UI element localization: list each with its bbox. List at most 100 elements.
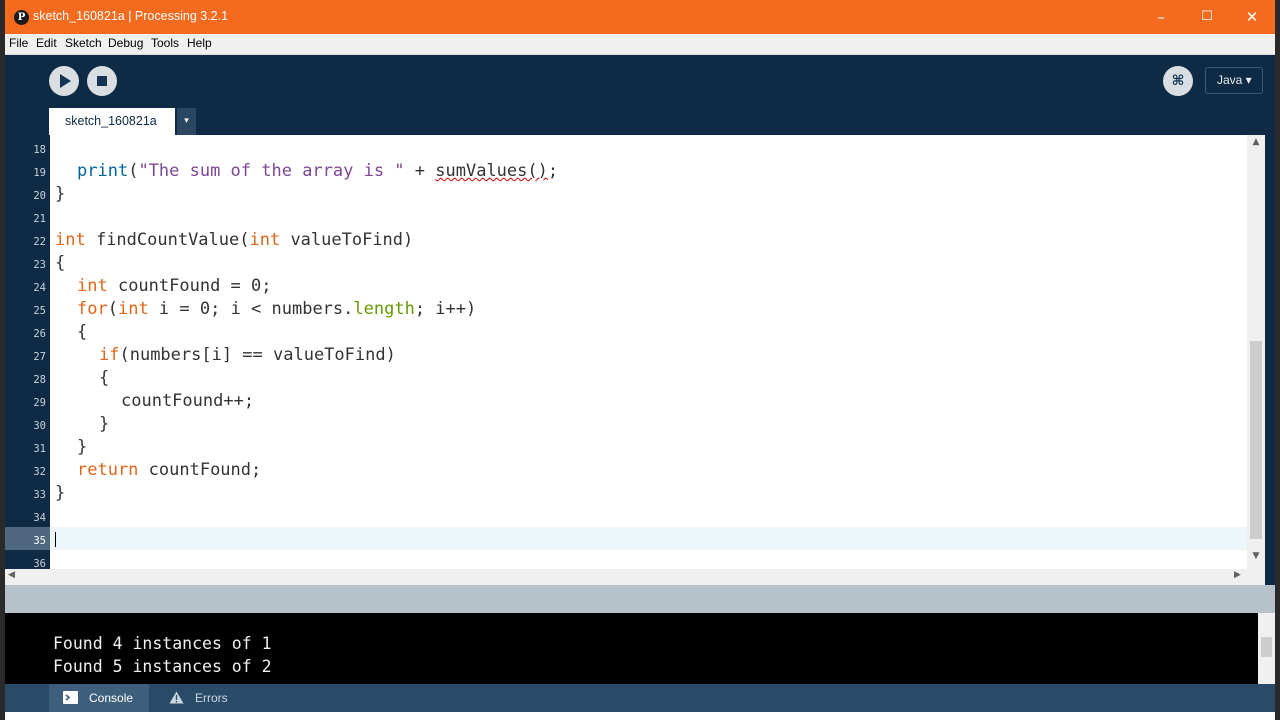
code-token: "The sum of the array is " — [138, 161, 405, 181]
console-output[interactable]: Found 4 instances of 1 Found 5 instances… — [5, 613, 1275, 684]
line-number: 22 — [33, 236, 46, 248]
stop-button[interactable] — [87, 66, 117, 96]
processing-logo-icon: P — [14, 10, 29, 25]
code-token: countFound = 0; — [107, 276, 272, 296]
debug-icon: ⌘ — [1171, 73, 1185, 89]
line-number: 31 — [33, 443, 46, 455]
stop-icon — [97, 76, 107, 86]
line-number: 25 — [33, 305, 46, 317]
line-number: 27 — [33, 351, 46, 363]
code-line-27: if(numbers[i] == valueToFind) — [99, 344, 396, 367]
maximize-button[interactable]: ☐ — [1184, 0, 1230, 34]
code-token: countFound; — [138, 460, 262, 480]
code-token: return — [77, 460, 139, 480]
tab-console-label: Console — [89, 691, 134, 705]
console-scrollbar[interactable] — [1258, 613, 1275, 684]
code-line-28: { — [99, 368, 110, 388]
tab-sketch[interactable]: sketch_160821a — [49, 108, 175, 135]
line-number: 34 — [33, 512, 46, 524]
code-line-19: print("The sum of the array is " + sumVa… — [77, 160, 558, 183]
run-button[interactable] — [49, 66, 79, 96]
code-token: int — [77, 276, 108, 296]
play-icon — [60, 74, 71, 88]
scroll-left-icon[interactable]: ◀ — [8, 570, 15, 580]
editor-horizontal-scrollbar[interactable]: ◀ ▶ — [5, 569, 1265, 585]
bottom-tab-bar: Console Errors — [5, 684, 1275, 712]
menu-bar: File Edit Sketch Debug Tools Help — [5, 34, 1275, 55]
menu-help[interactable]: Help — [187, 36, 212, 50]
minimize-button[interactable]: – — [1138, 0, 1184, 34]
code-token: for — [77, 299, 108, 319]
code-line-20: } — [55, 184, 66, 204]
close-button[interactable]: ✕ — [1229, 0, 1275, 34]
code-line-22: int findCountValue(int valueToFind) — [55, 229, 413, 252]
menu-sketch[interactable]: Sketch — [65, 36, 102, 50]
tab-errors-label: Errors — [195, 691, 228, 705]
scroll-up-icon[interactable]: ▲ — [1247, 137, 1265, 151]
status-divider[interactable] — [5, 585, 1275, 613]
menu-file[interactable]: File — [9, 36, 28, 50]
code-line-33: } — [55, 483, 66, 503]
scrollbar-thumb[interactable] — [1261, 637, 1272, 657]
line-number: 33 — [33, 489, 46, 501]
line-number: 28 — [33, 374, 46, 386]
window-title: sketch_160821a | Processing 3.2.1 — [33, 9, 229, 23]
tab-errors[interactable]: Errors — [155, 684, 245, 712]
code-line-30: } — [99, 414, 110, 434]
code-line-23: { — [55, 253, 66, 273]
mode-selector[interactable]: Java ▾ — [1205, 67, 1263, 94]
menu-tools[interactable]: Tools — [151, 36, 179, 50]
code-token: int — [55, 230, 86, 250]
debug-button[interactable]: ⌘ — [1163, 66, 1193, 96]
scrollbar-thumb[interactable] — [1250, 341, 1262, 539]
code-line-31: } — [77, 437, 88, 457]
code-token: print — [77, 161, 129, 181]
code-token: ( — [128, 161, 139, 181]
line-number: 24 — [33, 282, 46, 294]
line-number: 23 — [33, 259, 46, 271]
line-number: 36 — [33, 558, 46, 569]
scroll-right-icon[interactable]: ▶ — [1234, 570, 1241, 580]
menu-edit[interactable]: Edit — [36, 36, 57, 50]
code-line-29: countFound++; — [121, 391, 255, 411]
line-number-current: 35 — [33, 535, 46, 547]
code-token: int — [249, 230, 281, 250]
code-token: int — [117, 299, 149, 319]
code-token-error: sumValues() — [435, 161, 548, 181]
code-token: if — [99, 345, 120, 365]
line-number: 29 — [33, 397, 46, 409]
line-number: 21 — [33, 213, 46, 225]
console-line: Found 4 instances of 1 — [53, 634, 272, 653]
code-token: length — [353, 299, 415, 319]
code-line-26: { — [77, 322, 88, 342]
toolbar: ⌘ Java ▾ sketch_160821a ▾ — [5, 55, 1275, 135]
warning-icon — [169, 691, 184, 704]
console-line: Found 5 instances of 2 — [53, 657, 272, 676]
code-token: ; — [547, 161, 559, 181]
background-window — [5, 712, 1275, 720]
title-bar[interactable]: P sketch_160821a | Processing 3.2.1 – ☐ … — [5, 0, 1275, 34]
line-number-gutter: 18 19 20 21 22 23 24 25 26 27 28 29 30 3… — [5, 135, 50, 569]
code-line-32: return countFound; — [77, 459, 261, 482]
code-line-24: int countFound = 0; — [77, 275, 271, 298]
line-number: 19 — [33, 167, 46, 179]
tab-console[interactable]: Console — [49, 684, 149, 712]
menu-debug[interactable]: Debug — [108, 36, 143, 50]
line-number: 26 — [33, 328, 46, 340]
line-number: 32 — [33, 466, 46, 478]
code-token: ( — [107, 299, 118, 319]
code-token: + — [404, 161, 436, 181]
tab-menu-button[interactable]: ▾ — [177, 108, 196, 135]
processing-window: P sketch_160821a | Processing 3.2.1 – ☐ … — [5, 0, 1275, 720]
line-number: 20 — [33, 190, 46, 202]
code-token: valueToFind) — [280, 230, 414, 250]
current-line-highlight — [50, 527, 1247, 550]
line-number: 18 — [33, 144, 46, 156]
code-token: i = 0; i < numbers. — [148, 299, 354, 319]
scroll-down-icon[interactable]: ▼ — [1247, 551, 1265, 565]
console-icon — [63, 691, 78, 704]
code-line-25: for(int i = 0; i < numbers.length; i++) — [77, 298, 476, 321]
code-editor[interactable]: 18 19 20 21 22 23 24 25 26 27 28 29 30 3… — [5, 135, 1265, 569]
text-caret — [55, 532, 56, 547]
editor-vertical-scrollbar[interactable]: ▲ ▼ — [1247, 135, 1265, 569]
